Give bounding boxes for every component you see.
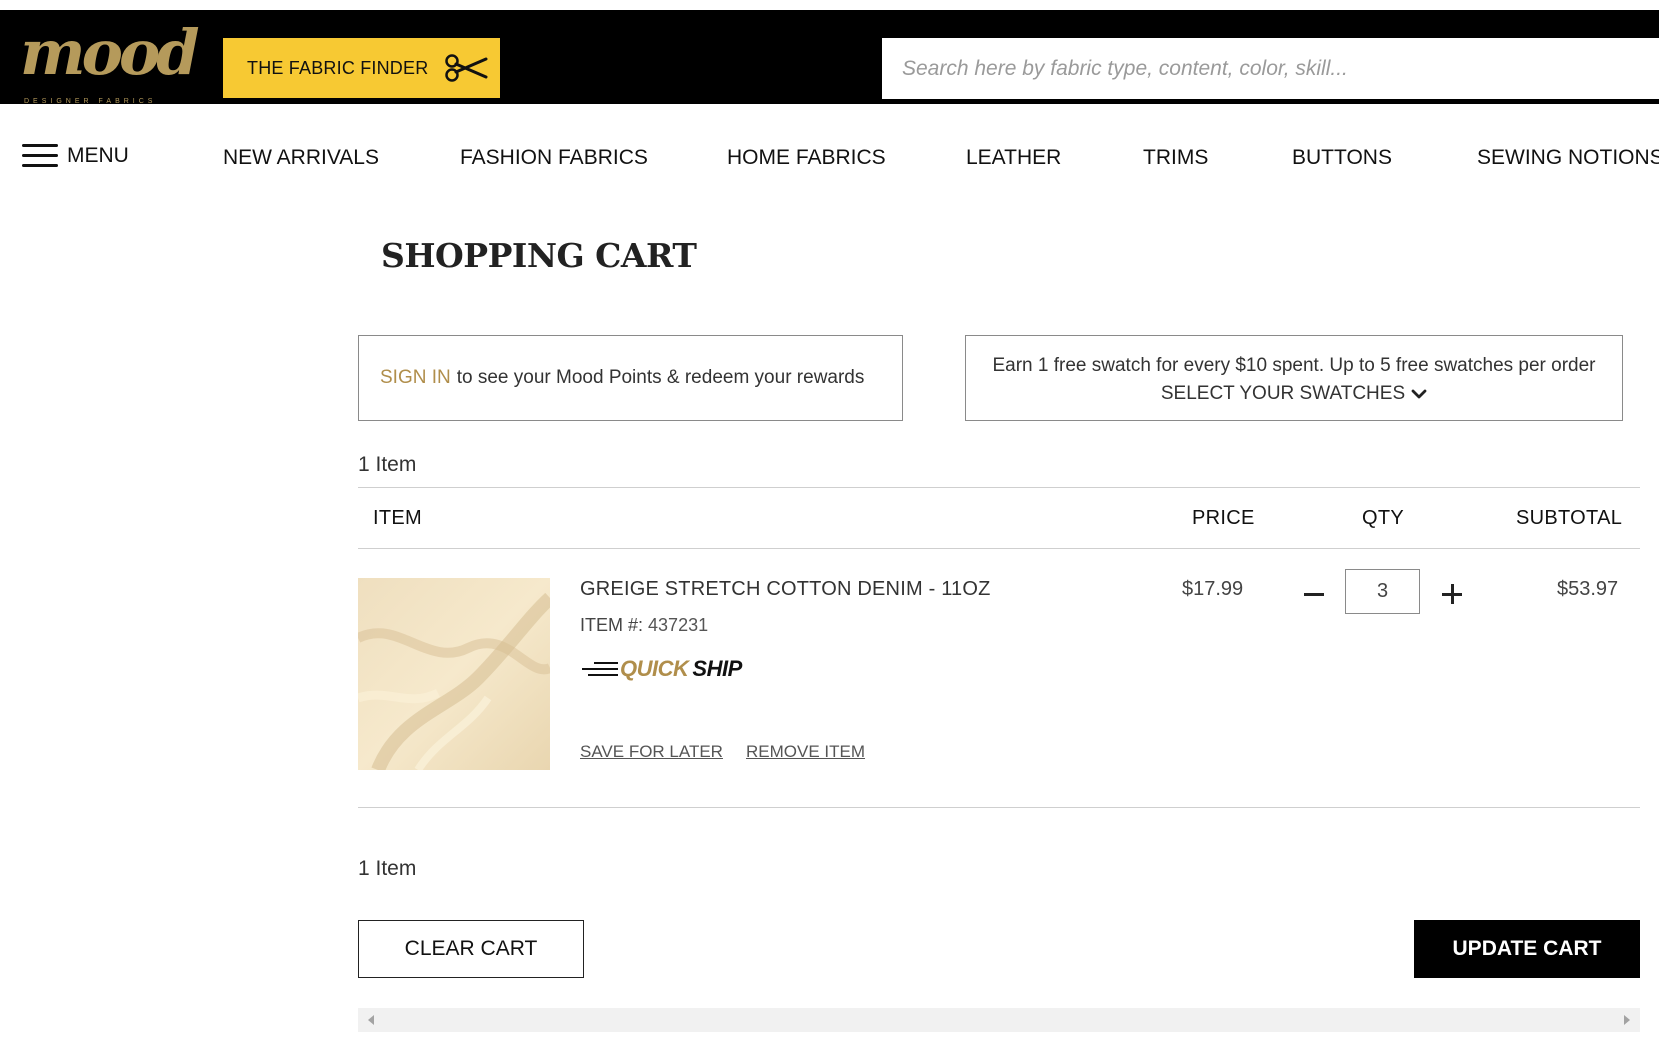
sign-in-link[interactable]: SIGN IN [380, 367, 451, 389]
nav-item-buttons[interactable]: BUTTONS [1292, 146, 1392, 170]
scroll-right-arrow-icon[interactable] [1624, 1015, 1630, 1025]
minus-icon [1304, 592, 1324, 596]
horizontal-scrollbar[interactable] [358, 1008, 1640, 1032]
signin-promo-text: to see your Mood Points & redeem your re… [456, 367, 865, 388]
column-header-price: PRICE [1192, 507, 1255, 529]
item-subtotal: $53.97 [1557, 578, 1619, 600]
qty-increase-button[interactable] [1438, 580, 1466, 608]
top-strip [0, 0, 1659, 10]
swatch-promo-box: Earn 1 free swatch for every $10 spent. … [965, 335, 1623, 421]
quick-ship-badge: QUICK SHIP [580, 656, 742, 682]
item-count-top: 1 Item [358, 453, 417, 476]
scissors-icon [445, 54, 488, 82]
item-price: $17.99 [1182, 578, 1244, 600]
nav-item-trims[interactable]: TRIMS [1143, 146, 1208, 170]
nav-item-leather[interactable]: LEATHER [966, 146, 1061, 170]
hamburger-icon [22, 142, 58, 170]
mood-logo[interactable]: mood DESIGNER FABRICS [20, 18, 200, 106]
page-title: SHOPPING CART [381, 236, 697, 275]
column-header-item: ITEM [373, 507, 422, 529]
item-count-bottom: 1 Item [358, 857, 417, 880]
logo-wordmark: mood [20, 16, 200, 89]
swatch-promo-text: Earn 1 free swatch for every $10 spent. … [992, 355, 1596, 376]
fabric-finder-button[interactable]: THE FABRIC FINDER [223, 38, 500, 98]
quick-ship-quick: QUICK [620, 656, 689, 681]
select-swatches-label: SELECT YOUR SWATCHES [1160, 383, 1406, 404]
search-input[interactable] [882, 38, 1659, 99]
site-header: mood DESIGNER FABRICS THE FABRIC FINDER [0, 10, 1659, 106]
menu-button[interactable]: MENU [22, 142, 129, 170]
main-nav: MENU NEW ARRIVALS FASHION FABRICS HOME F… [0, 104, 1659, 212]
product-image[interactable] [358, 578, 550, 770]
divider [358, 487, 1640, 488]
select-swatches-link[interactable]: SELECT YOUR SWATCHES [1161, 380, 1427, 408]
column-header-qty: QTY [1362, 507, 1405, 529]
fabric-finder-label: THE FABRIC FINDER [247, 57, 429, 78]
signin-promo-box: SIGN IN to see your Mood Points & redeem… [358, 335, 903, 421]
column-header-subtotal: SUBTOTAL [1516, 507, 1623, 529]
divider [358, 548, 1640, 549]
product-sku: ITEM #: 437231 [580, 615, 708, 636]
sku-value: 437231 [648, 615, 709, 635]
scroll-left-arrow-icon[interactable] [368, 1015, 374, 1025]
divider [358, 807, 1640, 808]
menu-label: MENU [67, 144, 129, 167]
save-for-later-link[interactable]: SAVE FOR LATER [580, 742, 723, 762]
chevron-down-icon [1411, 389, 1427, 399]
clear-cart-button[interactable]: CLEAR CART [358, 920, 584, 978]
quick-ship-ship: SHIP [692, 656, 742, 681]
nav-item-fashion-fabrics[interactable]: FASHION FABRICS [460, 146, 648, 170]
qty-input[interactable] [1345, 569, 1420, 614]
update-cart-button[interactable]: UPDATE CART [1414, 920, 1640, 978]
nav-item-home-fabrics[interactable]: HOME FABRICS [727, 146, 886, 170]
qty-decrease-button[interactable] [1300, 580, 1328, 608]
speed-lines-icon [582, 662, 618, 676]
product-name-link[interactable]: GREIGE STRETCH COTTON DENIM - 11OZ [580, 578, 991, 601]
nav-item-sewing-notions[interactable]: SEWING NOTIONS [1477, 146, 1659, 170]
nav-item-new-arrivals[interactable]: NEW ARRIVALS [223, 146, 379, 170]
sku-label: ITEM #: [580, 615, 644, 635]
fabric-swatch-image [358, 578, 550, 770]
remove-item-link[interactable]: REMOVE ITEM [746, 742, 865, 762]
